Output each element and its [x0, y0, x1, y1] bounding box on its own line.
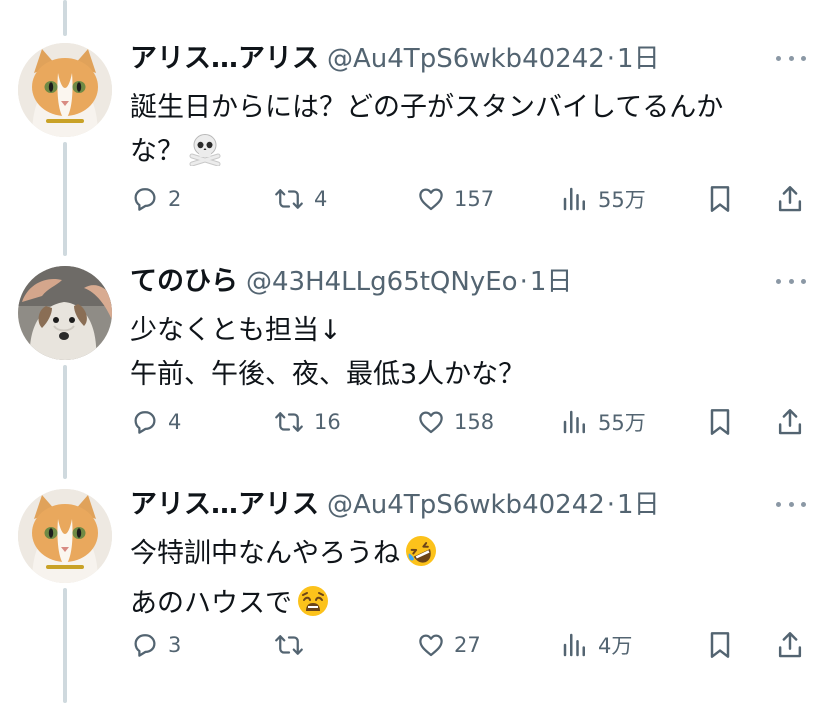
tweet-actions: 3 27 4万: [130, 624, 810, 666]
views-bar-chart-icon: [563, 187, 585, 211]
more-options-button[interactable]: [776, 269, 806, 293]
retweet-button[interactable]: 4: [272, 178, 327, 220]
user-handle[interactable]: @43H4LLg65tQNyEo: [246, 267, 518, 297]
more-options-button[interactable]: [776, 46, 806, 70]
share-button[interactable]: [775, 401, 805, 443]
tweet-header: てのひら @43H4LLg65tQNyEo·1日: [130, 265, 758, 299]
tweet-line: 午前、午後、夜、最低3人かな？: [130, 359, 526, 390]
more-dot-icon: [776, 278, 781, 284]
reply-count: 3: [168, 633, 182, 657]
reply-count: 2: [168, 187, 182, 211]
heart-icon: [419, 188, 443, 211]
share-icon: [778, 186, 802, 212]
display-name[interactable]: アリス…アリス: [130, 489, 319, 520]
like-count: 158: [454, 410, 495, 434]
timestamp[interactable]: 1日: [617, 44, 660, 74]
reply-icon: [134, 188, 156, 211]
reply-button[interactable]: 4: [130, 401, 181, 443]
heart-icon: [419, 411, 443, 434]
separator-dot: ·: [606, 44, 616, 74]
retweet-icon: [275, 412, 303, 432]
views-button[interactable]: 4万: [560, 624, 632, 666]
more-dot-icon: [776, 55, 781, 61]
retweet-icon: [275, 635, 303, 655]
tweet-line: な？: [130, 136, 184, 167]
bookmark-button[interactable]: [705, 178, 735, 220]
bookmark-icon: [710, 632, 730, 658]
bookmark-button[interactable]: [705, 401, 735, 443]
reply-button[interactable]: 3: [130, 624, 181, 666]
dog-avatar: [18, 266, 112, 360]
tweet[interactable]: アリス…アリス @Au4TpS6wkb40242·1日 誕生日からには？どの子がス…: [0, 0, 828, 222]
display-name[interactable]: アリス…アリス: [130, 43, 319, 74]
tweet-text: 今特訓中なんやろうね あのハウスで: [130, 532, 790, 632]
tweet[interactable]: アリス…アリス @Au4TpS6wkb40242·1日 今特訓中なんやろうね あの…: [0, 446, 828, 668]
like-count: 157: [454, 187, 495, 211]
avatar[interactable]: [18, 43, 112, 137]
like-count: 27: [454, 633, 481, 657]
avatar[interactable]: [18, 489, 112, 583]
heart-icon: [419, 634, 443, 657]
cat-avatar: [18, 43, 112, 137]
share-button[interactable]: [775, 178, 805, 220]
reply-button[interactable]: 2: [130, 178, 181, 220]
tweet-line: 誕生日からには？どの子がスタンバイしてるんか: [130, 92, 724, 123]
reply-count: 4: [168, 410, 182, 434]
bookmark-icon: [710, 409, 730, 435]
views-bar-chart-icon: [563, 633, 585, 657]
share-button[interactable]: [775, 624, 805, 666]
more-dot-icon: [801, 278, 806, 284]
views-button[interactable]: 55万: [560, 401, 646, 443]
tweet-header: アリス…アリス @Au4TpS6wkb40242·1日: [130, 488, 758, 522]
more-dot-icon: [801, 55, 806, 61]
more-dot-icon: [788, 55, 794, 61]
display-name[interactable]: てのひら: [130, 266, 238, 297]
tweet-actions: 2 4 157 55万: [130, 178, 810, 220]
views-button[interactable]: 55万: [560, 178, 646, 220]
bookmark-icon: [710, 186, 730, 212]
skull-crossbones-icon: [188, 132, 222, 180]
tweet-actions: 4 16 158 55万: [130, 401, 810, 443]
like-button[interactable]: 158: [416, 401, 494, 443]
tweet-header: アリス…アリス @Au4TpS6wkb40242·1日: [130, 42, 758, 76]
tweet-line: 少なくとも担当↓: [130, 315, 342, 346]
share-icon: [778, 409, 802, 435]
like-button[interactable]: 157: [416, 178, 494, 220]
avatar[interactable]: [18, 266, 112, 360]
tweet-text: 誕生日からには？どの子がスタンバイしてるんか な？: [130, 86, 790, 180]
view-count: 55万: [598, 411, 646, 435]
timestamp[interactable]: 1日: [530, 267, 573, 297]
retweet-icon: [275, 189, 303, 209]
more-dot-icon: [776, 501, 781, 507]
user-handle[interactable]: @Au4TpS6wkb40242: [327, 44, 605, 74]
timestamp[interactable]: 1日: [617, 490, 660, 520]
user-handle[interactable]: @Au4TpS6wkb40242: [327, 490, 605, 520]
views-bar-chart-icon: [563, 410, 585, 434]
tweet[interactable]: てのひら @43H4LLg65tQNyEo·1日 少なくとも担当↓ 午前、午後、夜…: [0, 223, 828, 445]
bookmark-button[interactable]: [705, 624, 735, 666]
tweet-line: あのハウスで: [130, 588, 292, 619]
separator-dot: ·: [519, 267, 528, 297]
more-dot-icon: [788, 278, 794, 284]
share-icon: [778, 632, 802, 658]
like-button[interactable]: 27: [416, 624, 481, 666]
view-count: 55万: [598, 188, 646, 212]
view-count: 4万: [598, 634, 633, 658]
retweet-count: 16: [314, 410, 341, 434]
cat-avatar: [18, 489, 112, 583]
retweet-count: 4: [314, 187, 328, 211]
more-dot-icon: [801, 501, 806, 507]
reply-icon: [134, 634, 156, 657]
more-options-button[interactable]: [776, 492, 806, 516]
tweet-text: 少なくとも担当↓ 午前、午後、夜、最低3人かな？: [130, 309, 790, 397]
retweet-button[interactable]: [272, 624, 314, 666]
tweet-line: 今特訓中なんやろうね: [130, 538, 400, 569]
retweet-button[interactable]: 16: [272, 401, 341, 443]
reply-icon: [134, 411, 156, 434]
more-dot-icon: [788, 501, 794, 507]
rolling-laughing-icon: [404, 534, 438, 582]
separator-dot: ·: [606, 490, 616, 520]
